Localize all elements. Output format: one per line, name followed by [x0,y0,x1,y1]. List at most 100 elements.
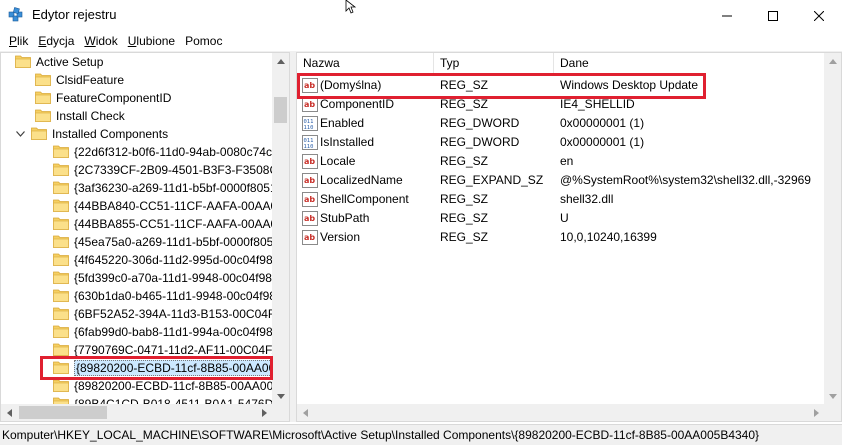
value-row[interactable]: ab StubPath REG_SZ U [297,209,825,228]
value-name: Enabled [320,116,365,130]
list-scroll-down-icon[interactable] [824,388,841,405]
tree-item[interactable]: {630b1da0-b465-11d1-9948-00c04f98bb [53,287,273,305]
value-name: IsInstalled [320,135,375,149]
tree-item-label: {7790769C-0471-11d2-AF11-00C04FA3 [74,343,273,357]
tree-item-label: Installed Components [52,127,169,141]
value-row[interactable]: ab Locale REG_SZ en [297,152,825,171]
tree-item[interactable]: Installed Components [15,125,168,143]
menu-view[interactable]: Widok [79,31,122,51]
scroll-left-icon[interactable] [1,404,18,421]
tree-item-label: {2C7339CF-2B09-4501-B3F3-F3508C92 [74,163,273,177]
value-data: en [560,154,574,168]
tree-item-label: {44BBA855-CC51-11CF-AAFA-00AA00 [74,217,273,231]
column-header-data[interactable]: Dane [554,53,825,73]
svg-text:110: 110 [304,125,314,131]
default-value-highlight [297,73,706,99]
tree-item[interactable]: ClsidFeature [35,71,124,89]
menu-bar: Plik Edycja Widok Ulubione Pomoc [0,31,842,51]
tree-vscroll-thumb[interactable] [274,97,287,123]
tree-item[interactable]: {5fd399c0-a70a-11d1-9948-00c04f98bb [53,269,273,287]
folder-icon [53,162,74,179]
tree-hscroll-thumb[interactable] [19,406,107,419]
scroll-down-icon[interactable] [272,388,289,405]
svg-text:110: 110 [304,144,314,150]
tree-item[interactable]: {45ea75a0-a269-11d1-b5bf-0000f80515 [53,233,273,251]
chevron-down-icon[interactable] [15,129,25,139]
tree-item[interactable]: Active Setup [15,53,103,71]
minimize-button[interactable] [704,0,750,31]
folder-icon [53,306,74,323]
window-title: Edytor rejestru [32,7,117,22]
tree-item-label: ClsidFeature [56,73,125,87]
value-row[interactable]: ab ShellComponent REG_SZ shell32.dll [297,190,825,209]
values-list[interactable]: Nazwa Typ Dane ab (Domyślna) REG_SZ Windows… [296,52,842,422]
tree-item[interactable]: {22d6f312-b0f6-11d0-94ab-0080c74c7e [53,143,273,161]
folder-icon [35,108,56,125]
menu-favorites[interactable]: Ulubione [123,31,180,51]
folder-icon [31,126,52,143]
tree-item[interactable]: {3af36230-a269-11d1-b5bf-0000f80515 [53,179,273,197]
value-row[interactable]: 011 110 Enabled REG_DWORD 0x00000001 (1) [297,114,825,133]
tree-item-label: Install Check [56,109,125,123]
scroll-up-icon[interactable] [272,53,289,70]
maximize-button[interactable] [750,0,796,31]
title-bar: Edytor rejestru [0,0,842,31]
value-data: U [560,211,569,225]
folder-icon [15,54,36,71]
tree-item-label: {44BBA840-CC51-11CF-AAFA-00AA00 [74,199,273,213]
menu-edit[interactable]: Edycja [33,31,79,51]
tree-item-label: {22d6f312-b0f6-11d0-94ab-0080c74c7e [74,145,273,159]
column-header-name[interactable]: Nazwa [297,53,434,73]
tree-vertical-scrollbar[interactable] [272,53,289,405]
binary-value-icon: 011 110 [302,135,318,150]
folder-icon [53,144,74,161]
list-vertical-scrollbar[interactable] [824,53,841,405]
scroll-right-icon[interactable] [256,404,273,421]
value-data: shell32.dll [560,192,614,206]
string-value-icon: ab [302,211,318,226]
list-scroll-up-icon[interactable] [824,53,841,70]
column-header-type[interactable]: Typ [434,53,554,73]
tree-item-label: Active Setup [36,55,104,69]
folder-icon [35,72,56,89]
list-scroll-right-icon[interactable] [808,404,825,421]
tree-item[interactable]: {6fab99d0-bab8-11d1-994a-00c04f98bb [53,323,273,341]
string-value-icon: ab [302,154,318,169]
value-name: Locale [320,154,356,168]
folder-icon [53,378,74,395]
folder-icon [53,288,74,305]
tree-item[interactable]: {4f645220-306d-11d2-995d-00c04f98bb [53,251,273,269]
value-type: REG_DWORD [440,116,520,130]
tree-horizontal-scrollbar[interactable] [1,404,273,421]
list-horizontal-scrollbar[interactable] [297,404,825,421]
svg-text:ab: ab [304,233,315,242]
folder-icon [53,198,74,215]
folder-icon [53,252,74,269]
svg-text:ab: ab [304,214,315,223]
close-button[interactable] [796,0,842,31]
folder-icon [53,234,74,251]
menu-file[interactable]: Plik [4,31,33,51]
value-row[interactable]: 011 110 IsInstalled REG_DWORD 0x00000001 (1) [297,133,825,152]
tree-item[interactable]: {44BBA855-CC51-11CF-AAFA-00AA00 [53,215,273,233]
tree-item[interactable]: {6BF52A52-394A-11d3-B153-00C04F79 [53,305,273,323]
value-type: REG_DWORD [440,135,520,149]
list-scroll-left-icon[interactable] [297,404,314,421]
menu-help[interactable]: Pomoc [180,31,227,51]
tree-item[interactable]: FeatureComponentID [35,89,171,107]
svg-text:ab: ab [304,157,315,166]
value-name: ShellComponent [320,192,409,206]
mouse-cursor-icon [345,0,357,14]
value-row[interactable]: ab Version REG_SZ 10,0,10240,16399 [297,228,825,247]
value-name: LocalizedName [320,173,403,187]
string-value-icon: ab [302,97,318,112]
tree-item-label: {6fab99d0-bab8-11d1-994a-00c04f98bb [74,325,273,339]
scroll-corner [272,404,289,421]
value-row[interactable]: ab LocalizedName REG_EXPAND_SZ @%SystemRoot… [297,171,825,190]
svg-text:ab: ab [304,195,315,204]
tree-item[interactable]: {2C7339CF-2B09-4501-B3F3-F3508C92 [53,161,273,179]
folder-icon [35,90,56,107]
tree-item[interactable]: {44BBA840-CC51-11CF-AAFA-00AA00 [53,197,273,215]
status-bar-path: Komputer\HKEY_LOCAL_MACHINE\SOFTWARE\Mic… [0,424,842,445]
tree-item[interactable]: Install Check [35,107,125,125]
